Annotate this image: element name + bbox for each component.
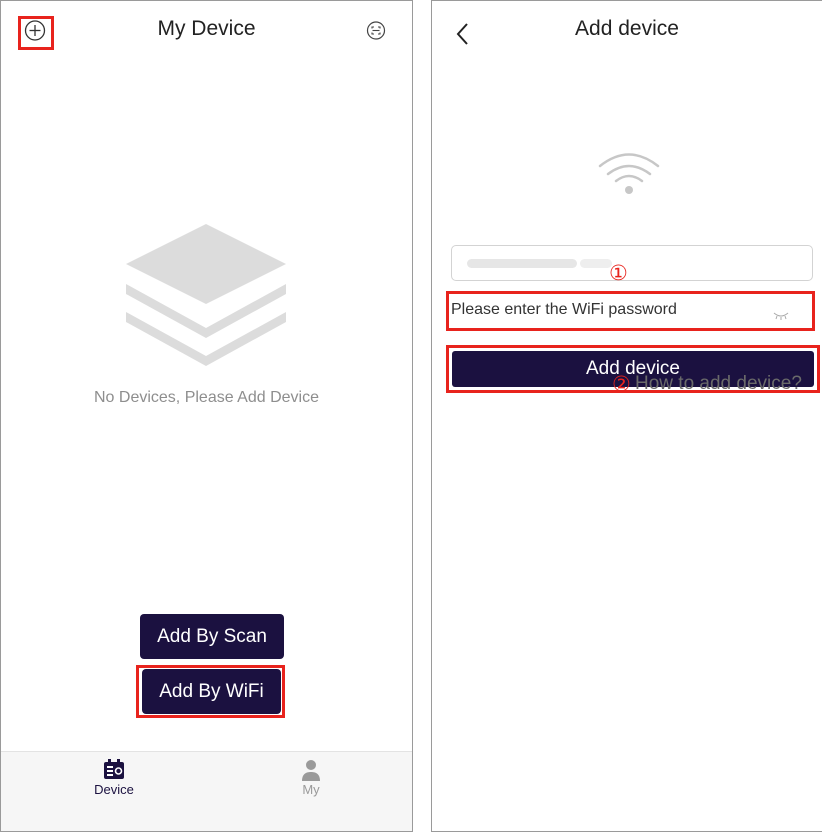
tab-device-label: Device xyxy=(94,782,134,797)
add-by-scan-button[interactable]: Add By Scan xyxy=(140,614,284,659)
stacked-layers-icon xyxy=(122,216,290,376)
tab-my[interactable]: My xyxy=(251,752,371,797)
device-icon xyxy=(104,759,124,779)
page-title: Add device xyxy=(575,17,679,40)
wifi-ssid-field[interactable] xyxy=(451,245,813,281)
step-2-marker: ② xyxy=(612,373,631,396)
scan-icon[interactable] xyxy=(366,21,386,46)
page-title: My Device xyxy=(157,17,256,40)
empty-state-text: No Devices, Please Add Device xyxy=(94,389,319,406)
add-device-screen: Add device ① Add device ② How to add dev… xyxy=(431,0,822,832)
wifi-icon xyxy=(594,149,664,202)
highlight-wifi-button xyxy=(136,665,285,718)
my-device-screen: My Device No Devices, Please Add Device … xyxy=(0,0,413,832)
step-1-marker: ① xyxy=(609,262,628,285)
person-icon xyxy=(302,760,320,781)
highlight-password-field xyxy=(446,291,815,331)
tab-device[interactable]: Device xyxy=(54,752,174,797)
how-to-add-device-link[interactable]: How to add device? xyxy=(635,373,802,395)
tab-my-label: My xyxy=(302,782,320,797)
ssid-redacted xyxy=(467,259,577,268)
tab-bar: Device My xyxy=(1,751,412,831)
ssid-redacted xyxy=(580,259,612,268)
